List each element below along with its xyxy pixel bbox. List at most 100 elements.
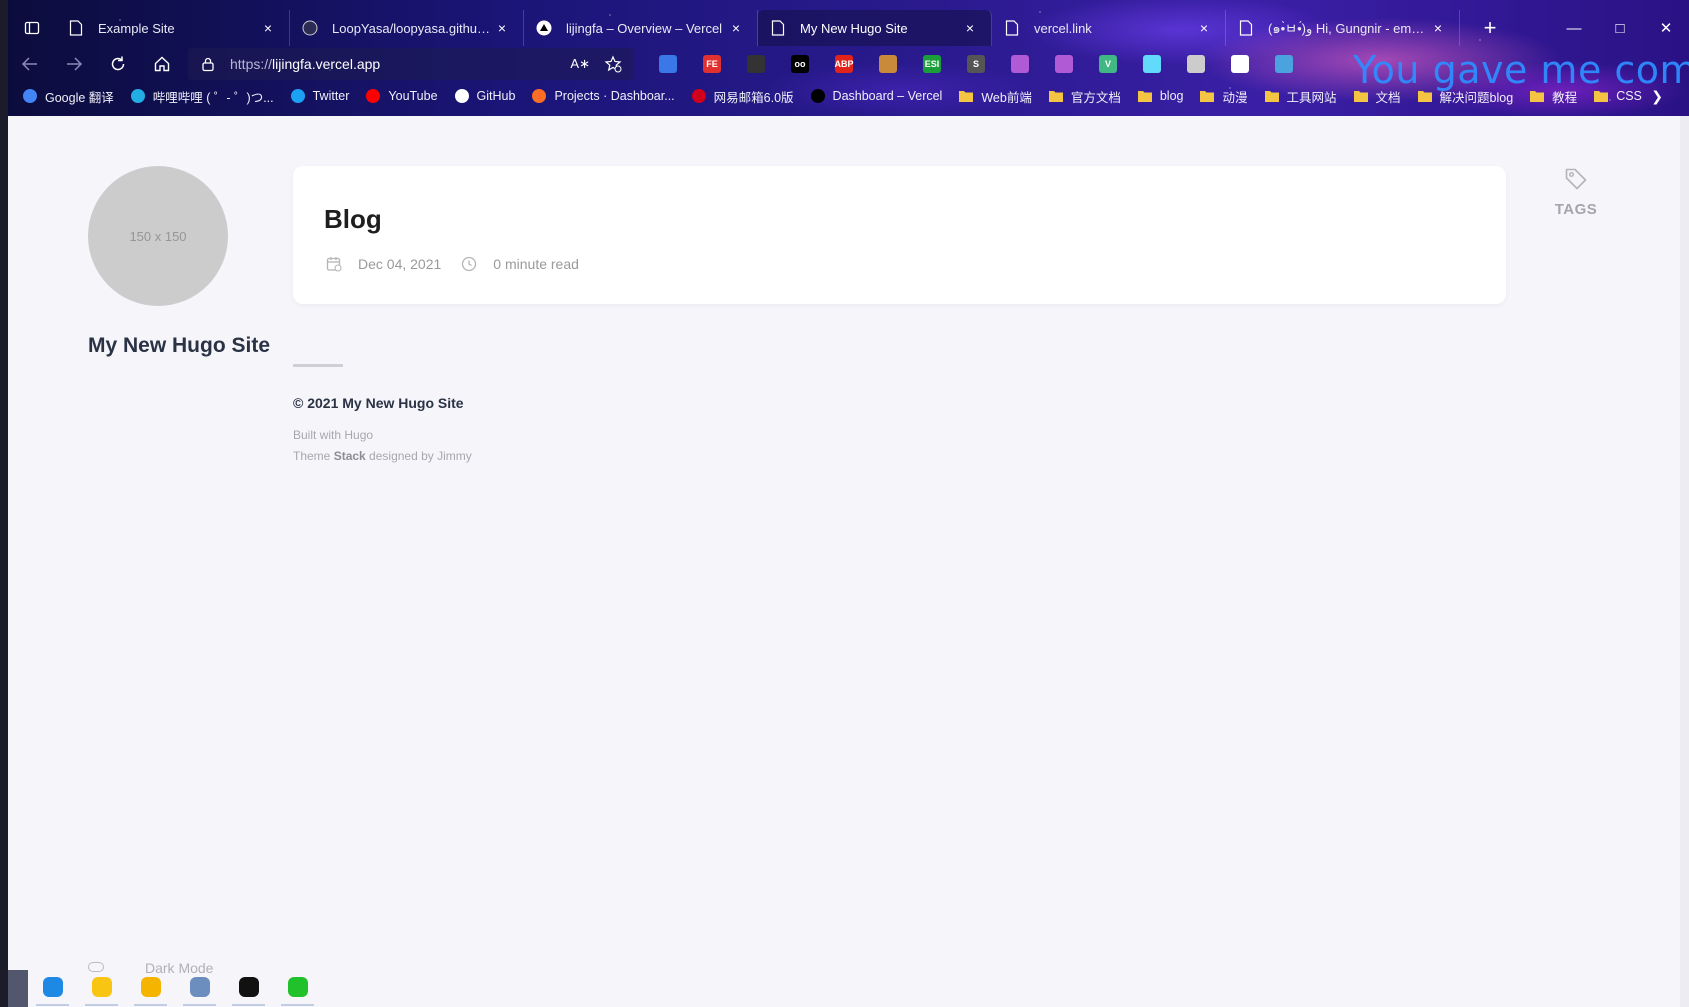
cat-ext-icon[interactable] [998,48,1042,80]
page-icon [68,20,84,36]
right-scrollbar[interactable] [1680,116,1689,1007]
translate-ext-icon[interactable] [646,48,690,80]
bookmark-label: Google 翻译 [45,90,114,105]
add-favorite-icon[interactable] [604,55,622,73]
avatar[interactable]: 150 x 150 [88,166,228,306]
footer-built-with[interactable]: Built with Hugo [293,425,472,446]
vue-devtools-ext-icon[interactable]: V [1086,48,1130,80]
chrome-canary-taskbar-icon[interactable] [77,966,126,1007]
bookmark-item[interactable]: 网易邮箱6.0版 [691,87,794,106]
github-icon [454,88,470,104]
bookmark-item[interactable]: GitHub [454,88,515,104]
bookmark-label: blog [1159,89,1184,103]
vercel-ext-icon[interactable] [1218,48,1262,80]
tab-3[interactable]: lijingfa – Overview – Vercel × [524,10,758,46]
footer-divider [293,364,343,367]
google-translate-icon [22,88,38,104]
link-page-icon [1004,20,1020,36]
file-explorer-taskbar-icon[interactable] [126,966,175,1007]
adblock-plus-ext-icon[interactable]: ABP [822,48,866,80]
tab-title: lijingfa – Overview – Vercel [566,20,723,36]
qr-ext-icon[interactable] [734,48,778,80]
bookmark-item[interactable]: Projects · Dashboar... [531,88,675,104]
tab-actions-button[interactable] [8,8,56,48]
bookmark-item[interactable]: Google 翻译 [22,87,114,106]
s-ext-icon[interactable]: S [954,48,998,80]
lock-icon[interactable] [200,56,216,72]
taskbar-start-area[interactable] [8,970,28,1007]
tab-close-icon[interactable]: × [727,19,745,37]
tv-ext-icon[interactable] [1042,48,1086,80]
edge-taskbar-icon[interactable] [28,966,77,1007]
bookmark-item[interactable]: 解决问题blog [1417,87,1514,106]
esi-ext-icon[interactable]: ESI [910,48,954,80]
bookmark-item[interactable]: Dashboard – Vercel [810,88,942,104]
bookmark-label: CSS [1616,89,1642,103]
tab-close-icon[interactable]: × [961,19,979,37]
bookmark-item[interactable]: 工具网站 [1264,87,1337,106]
site-footer: © 2021 My New Hugo Site Built with Hugo … [293,364,472,467]
cookie-ext-icon[interactable] [866,48,910,80]
maximize-button[interactable]: □ [1597,8,1643,48]
forward-button[interactable] [52,48,96,80]
tag-icon [1565,168,1587,190]
bookmark-item[interactable]: 哔哩哔哩 ( ゜- ゜)つ... [130,87,274,106]
bookmark-item[interactable]: 官方文档 [1048,87,1121,106]
bookmark-label: 官方文档 [1070,90,1121,105]
react-devtools-ext-icon[interactable] [1130,48,1174,80]
theme-name-link[interactable]: Stack [334,449,366,463]
back-arrow-icon [21,57,37,71]
post-card[interactable]: Blog Dec 04, 2021 0 minute read [293,166,1506,304]
esi-ext-badge: ESI [923,55,941,73]
home-button[interactable] [140,48,184,80]
tab-close-icon[interactable]: × [1429,19,1447,37]
bookmark-label: 解决问题blog [1439,90,1514,105]
post-title[interactable]: Blog [324,204,382,235]
back-button[interactable] [8,48,52,80]
target-ext-icon[interactable] [1174,48,1218,80]
new-tab-button[interactable]: + [1470,10,1510,46]
calendar-icon [324,254,344,274]
vercel-icon [536,20,552,36]
site-title[interactable]: My New Hugo Site [88,334,288,358]
emoji-site-icon [1238,20,1254,36]
green-app-taskbar-icon[interactable] [273,966,322,1007]
bookmark-item[interactable]: Twitter [290,88,349,104]
terminal-taskbar-icon[interactable] [224,966,273,1007]
bookmark-item[interactable]: Web前端 [958,87,1032,106]
theme-suffix[interactable]: designed by Jimmy [366,449,472,463]
bookmark-item[interactable]: 动漫 [1199,87,1248,106]
taskbar [28,966,322,1007]
address-bar[interactable]: https://lijingfa.vercel.app A∗ [188,48,634,80]
bookmark-item[interactable]: 文档 [1353,87,1401,106]
globe-ext-icon[interactable] [1262,48,1306,80]
avatar-placeholder-text: 150 x 150 [129,228,187,244]
url-host: lijingfa.vercel.app [272,56,381,72]
fe-helper-ext-icon[interactable]: FE [690,48,734,80]
bookmarks-more-chevron-icon[interactable]: ❯ [1651,88,1663,105]
read-aloud-icon[interactable]: A∗ [570,56,590,72]
bookmark-item[interactable]: CSS [1593,88,1642,104]
tab-title: My New Hugo Site [800,20,908,36]
tab-close-icon[interactable]: × [259,19,277,37]
footer-theme-credit: Theme Stack designed by Jimmy [293,446,472,467]
tab-2[interactable]: LoopYasa/loopyasa.github.io × [290,10,524,46]
tab-1[interactable]: Example Site × [56,10,290,46]
footer-copyright: © 2021 My New Hugo Site [293,395,464,411]
refresh-button[interactable] [96,48,140,80]
tab-actions-icon [24,21,40,35]
tab-5[interactable]: vercel.link × [992,10,1226,46]
tab-6[interactable]: (๑•̀ㅂ•́)و Hi, Gungnir - emoji图标× [1226,10,1460,46]
tab-close-icon[interactable]: × [493,19,511,37]
bookmark-item[interactable]: YouTube [365,88,438,104]
control-panel-taskbar-icon[interactable] [175,966,224,1007]
tampermonkey-ext-icon[interactable]: oo [778,48,822,80]
bookmark-label: 工具网站 [1286,90,1337,105]
tab-close-icon[interactable]: × [1195,19,1213,37]
bookmark-item[interactable]: 教程 [1529,87,1577,106]
close-window-button[interactable]: ✕ [1643,8,1689,48]
tab-4[interactable]: My New Hugo Site × [758,10,992,46]
bookmark-label: Projects · Dashboar... [554,89,675,103]
minimize-button[interactable]: — [1551,8,1597,48]
bookmark-item[interactable]: blog [1137,88,1184,104]
